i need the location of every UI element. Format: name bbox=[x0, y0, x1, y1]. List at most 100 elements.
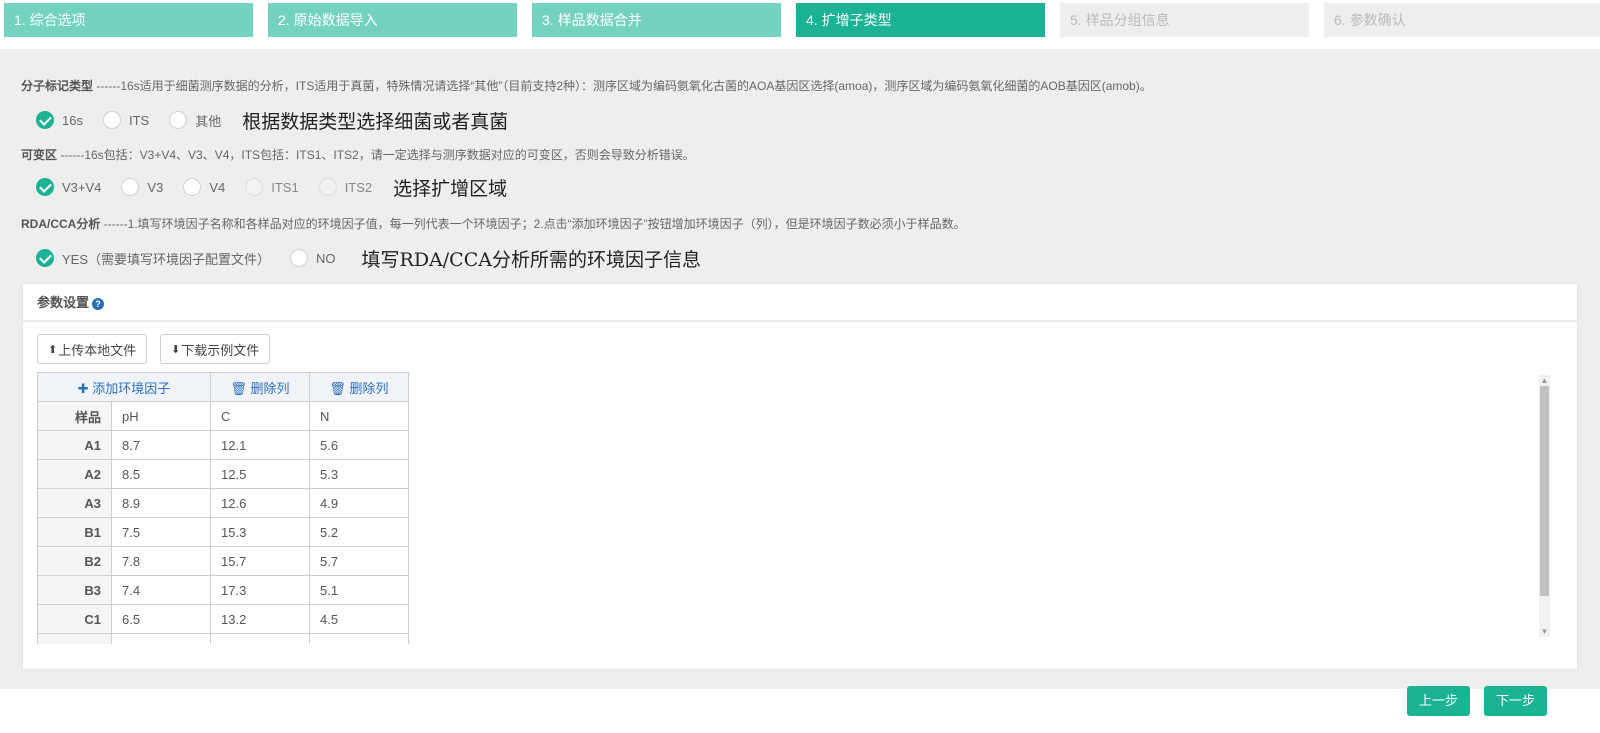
radio-label: YES（需要填写环境因子配置文件） bbox=[62, 251, 271, 267]
download-example-button[interactable]: ⬇ 下载示例文件 bbox=[160, 334, 271, 364]
radio-label: ITS2 bbox=[344, 179, 373, 195]
radio-circle-icon[interactable] bbox=[102, 111, 121, 129]
table-cell[interactable]: 5.7 bbox=[309, 546, 409, 576]
table-viewport: ✚ 添加环境因子 🗑 删除列 🗑 删除列 样品 pH C N A1 8.7 12… bbox=[37, 372, 1552, 644]
table-row bbox=[37, 633, 409, 644]
table-scrollbar[interactable]: ▲ ▼ bbox=[1539, 375, 1550, 637]
table-toolbar-row: ✚ 添加环境因子 🗑 删除列 🗑 删除列 bbox=[37, 372, 409, 402]
next-button[interactable]: 下一步 bbox=[1484, 686, 1547, 716]
table-cell[interactable]: 8.7 bbox=[111, 430, 211, 460]
column-header[interactable]: pH bbox=[111, 401, 211, 431]
table-cell[interactable]: 5.3 bbox=[309, 459, 409, 489]
table-cell[interactable]: 7.5 bbox=[111, 517, 211, 547]
radio-circle-icon[interactable] bbox=[121, 178, 140, 196]
upload-label: 上传本地文件 bbox=[58, 342, 137, 358]
trash-icon: 🗑 bbox=[230, 380, 251, 396]
column-header[interactable]: C bbox=[210, 401, 310, 431]
table-row: B2 7.8 15.7 5.7 bbox=[37, 546, 409, 576]
region-radio-group: V3+V4 V3 V4 ITS1 ITS2 选择扩增区域 bbox=[36, 176, 508, 200]
table-cell[interactable]: 13.2 bbox=[210, 604, 310, 634]
scroll-up-icon[interactable]: ▲ bbox=[1539, 375, 1550, 386]
download-label: 下载示例文件 bbox=[181, 342, 260, 358]
table-cell[interactable] bbox=[309, 633, 409, 644]
table-cell[interactable]: 7.4 bbox=[111, 575, 211, 605]
rda-desc-text: ------1.填写环境因子名称和各样品对应的环境因子值，每一列代表一个环境因子… bbox=[100, 217, 966, 231]
radio-its[interactable]: ITS bbox=[102, 111, 150, 129]
add-factor-label: 添加环境因子 bbox=[92, 380, 171, 396]
sample-name: A1 bbox=[37, 430, 112, 460]
radio-disabled-icon bbox=[318, 178, 337, 196]
radio-its1: ITS1 bbox=[245, 178, 299, 196]
plus-icon: ✚ bbox=[77, 380, 93, 396]
marker-radio-group: 16s ITS 其他 根据数据类型选择细菌或者真菌 bbox=[36, 109, 508, 133]
sample-header: 样品 bbox=[37, 401, 112, 431]
rda-title: RDA/CCA分析 bbox=[21, 217, 101, 231]
table-cell[interactable]: 6.5 bbox=[111, 604, 211, 634]
marker-title: 分子标记类型 bbox=[21, 79, 94, 93]
table-cell[interactable] bbox=[111, 633, 211, 644]
table-cell[interactable]: 5.1 bbox=[309, 575, 409, 605]
radio-label: ITS bbox=[128, 112, 150, 128]
step-3[interactable]: 3. 样品数据合并 bbox=[532, 3, 781, 37]
radio-circle-icon[interactable] bbox=[169, 111, 188, 129]
table-cell[interactable]: 8.9 bbox=[111, 488, 211, 518]
upload-button[interactable]: ⬆ 上传本地文件 bbox=[37, 334, 148, 364]
help-icon[interactable]: ? bbox=[92, 297, 105, 310]
radio-v3[interactable]: V3 bbox=[121, 178, 163, 196]
env-factor-table: ✚ 添加环境因子 🗑 删除列 🗑 删除列 样品 pH C N A1 8.7 12… bbox=[37, 372, 409, 644]
radio-16s[interactable]: 16s bbox=[36, 111, 83, 129]
table-row: A2 8.5 12.5 5.3 bbox=[37, 459, 409, 489]
add-factor-button[interactable]: ✚ 添加环境因子 bbox=[37, 372, 211, 402]
radio-v3v4[interactable]: V3+V4 bbox=[36, 178, 101, 196]
sample-name: B3 bbox=[37, 575, 112, 605]
radio-circle-icon[interactable] bbox=[290, 249, 309, 267]
radio-label: V4 bbox=[209, 179, 226, 195]
step-1[interactable]: 1. 综合选项 bbox=[4, 3, 253, 37]
sample-name: A3 bbox=[37, 488, 112, 518]
table-cell[interactable]: 12.6 bbox=[210, 488, 310, 518]
table-cell[interactable]: 4.9 bbox=[309, 488, 409, 518]
radio-other[interactable]: 其他 bbox=[169, 111, 221, 130]
step-4[interactable]: 4. 扩增子类型 bbox=[796, 3, 1045, 37]
region-description: 可变区 ------16s包括：V3+V4、V3、V4，ITS包括：ITS1、I… bbox=[21, 146, 695, 163]
radio-yes[interactable]: YES（需要填写环境因子配置文件） bbox=[36, 249, 270, 268]
delete-column-button[interactable]: 🗑 删除列 bbox=[210, 372, 310, 402]
radio-checked-icon[interactable] bbox=[36, 249, 54, 267]
table-cell[interactable]: 5.2 bbox=[309, 517, 409, 547]
radio-label: ITS1 bbox=[271, 179, 299, 195]
delete-column-button[interactable]: 🗑 删除列 bbox=[309, 372, 409, 402]
radio-checked-icon[interactable] bbox=[36, 178, 54, 196]
trash-icon: 🗑 bbox=[329, 380, 350, 396]
delete-col-label: 删除列 bbox=[250, 380, 290, 396]
radio-checked-icon[interactable] bbox=[36, 111, 54, 129]
table-cell[interactable]: 15.3 bbox=[210, 517, 310, 547]
radio-v4[interactable]: V4 bbox=[183, 178, 225, 196]
scrollbar-thumb[interactable] bbox=[1540, 386, 1549, 596]
radio-no[interactable]: NO bbox=[290, 249, 336, 267]
table-cell[interactable]: 5.6 bbox=[309, 430, 409, 460]
table-cell[interactable]: 8.5 bbox=[111, 459, 211, 489]
step-2[interactable]: 2. 原始数据导入 bbox=[268, 3, 517, 37]
table-row: C1 6.5 13.2 4.5 bbox=[37, 604, 409, 634]
radio-circle-icon[interactable] bbox=[183, 178, 202, 196]
sample-name: A2 bbox=[37, 459, 112, 489]
marker-description: 分子标记类型 ------16s适用于细菌测序数据的分析，ITS适用于真菌，特殊… bbox=[21, 77, 1152, 94]
sample-name: B2 bbox=[37, 546, 112, 576]
prev-button[interactable]: 上一步 bbox=[1407, 686, 1470, 716]
sample-name: B1 bbox=[37, 517, 112, 547]
table-cell[interactable]: 17.3 bbox=[210, 575, 310, 605]
table-cell[interactable]: 12.1 bbox=[210, 430, 310, 460]
scroll-down-icon[interactable]: ▼ bbox=[1539, 626, 1550, 637]
download-icon: ⬇ bbox=[171, 343, 181, 356]
radio-disabled-icon bbox=[245, 178, 264, 196]
column-header[interactable]: N bbox=[309, 401, 409, 431]
table-cell[interactable]: 7.8 bbox=[111, 546, 211, 576]
table-cell[interactable]: 4.5 bbox=[309, 604, 409, 634]
table-cell[interactable]: 15.7 bbox=[210, 546, 310, 576]
sample-name: C1 bbox=[37, 604, 112, 634]
table-cell[interactable]: 12.5 bbox=[210, 459, 310, 489]
region-hint: 选择扩增区域 bbox=[393, 177, 508, 200]
table-row: A3 8.9 12.6 4.9 bbox=[37, 488, 409, 518]
table-cell[interactable] bbox=[210, 633, 310, 644]
step-5: 5. 样品分组信息 bbox=[1060, 3, 1309, 37]
